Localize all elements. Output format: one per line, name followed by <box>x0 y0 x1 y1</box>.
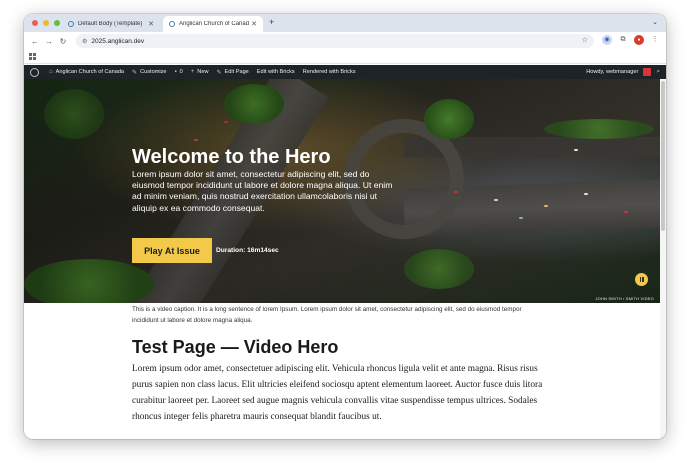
customize-link[interactable]: ✎ Customize <box>128 65 170 79</box>
wordpress-favicon-icon <box>169 21 175 27</box>
window-controls <box>32 20 60 26</box>
url-text: 2025.anglican.dev <box>91 37 145 45</box>
video-caption: This is a video caption. It is a long se… <box>132 306 522 324</box>
close-tab-icon[interactable]: ✕ <box>148 20 154 28</box>
close-window-button[interactable] <box>32 20 38 26</box>
site-info-icon[interactable]: ⚙ <box>82 38 87 45</box>
menu-icon[interactable]: ⋮ <box>650 35 660 45</box>
rendered-with-bricks-label[interactable]: Rendered with Bricks <box>299 65 360 79</box>
tab-label: Anglican Church of Canada <box>179 21 250 27</box>
address-bar[interactable]: ⚙ 2025.anglican.dev ☆ <box>76 34 594 48</box>
pencil-icon: ✎ <box>216 69 222 76</box>
wordpress-icon <box>30 67 39 77</box>
wp-logo-menu[interactable] <box>24 65 45 79</box>
tab-default-body[interactable]: Default Body (Template) ✕ <box>62 16 160 32</box>
admin-bar-secondary: Howdy, webmanager ⌕ <box>586 65 660 79</box>
scrollbar-thumb[interactable] <box>661 81 665 231</box>
hero-content: Welcome to the Hero Lorem ipsum dolor si… <box>132 146 394 214</box>
new-tab-button[interactable]: + <box>269 17 274 27</box>
page-title: Test Page — Video Hero <box>132 337 339 357</box>
close-tab-icon[interactable]: ✕ <box>251 20 257 28</box>
howdy-user-menu[interactable]: Howdy, webmanager <box>586 69 638 75</box>
toolbar-actions: ◉ ⧉ ● ⋮ <box>602 35 660 45</box>
edit-with-bricks-link[interactable]: Edit with Bricks <box>253 65 299 79</box>
chevron-down-icon[interactable]: ⌄ <box>652 18 658 26</box>
wp-admin-bar: ⌂ Anglican Church of Canada ✎ Customize ▪ 0… <box>24 65 666 79</box>
video-credit: JOHN SMITH / SMITH VIDEO <box>595 296 654 301</box>
video-hero: Welcome to the Hero Lorem ipsum dolor si… <box>24 79 660 303</box>
search-icon[interactable]: ⌕ <box>656 68 660 76</box>
pause-icon[interactable] <box>635 273 648 286</box>
forward-arrow-icon[interactable]: → <box>42 37 56 46</box>
hero-cta: Play At Issue Duration: 16m14sec <box>132 238 279 263</box>
edit-page-link[interactable]: ✎ Edit Page <box>213 65 253 79</box>
new-content-menu[interactable]: + New <box>187 65 213 79</box>
comment-icon: ▪ <box>174 69 177 75</box>
profile-icon[interactable]: ◉ <box>602 35 612 45</box>
video-duration: Duration: 16m14sec <box>216 247 279 254</box>
page-body-text: Lorem ipsum odor amet, consectetuer adip… <box>132 364 543 423</box>
bookmarks-bar <box>24 50 666 64</box>
comments-link[interactable]: ▪ 0 <box>171 65 187 79</box>
apps-grid-icon[interactable] <box>29 53 36 60</box>
account-avatar[interactable]: ● <box>634 35 644 45</box>
browser-toolbar: ← → ↻ ⚙ 2025.anglican.dev ☆ ◉ ⧉ ● ⋮ <box>24 32 666 50</box>
home-icon: ⌂ <box>49 69 53 75</box>
hero-title: Welcome to the Hero <box>132 146 331 168</box>
user-avatar[interactable] <box>643 68 652 76</box>
extensions-icon[interactable]: ⧉ <box>618 35 628 45</box>
minimize-window-button[interactable] <box>43 20 49 26</box>
back-arrow-icon[interactable]: ← <box>28 37 42 46</box>
tab-strip: Default Body (Template) ✕ Anglican Churc… <box>24 14 666 32</box>
maximize-window-button[interactable] <box>54 20 60 26</box>
paint-brush-icon: ✎ <box>132 69 138 76</box>
star-icon[interactable]: ☆ <box>582 36 588 44</box>
page-viewport: ⌂ Anglican Church of Canada ✎ Customize ▪ 0… <box>24 65 666 439</box>
reload-icon[interactable]: ↻ <box>56 37 70 46</box>
play-button[interactable]: Play At Issue <box>132 238 212 263</box>
wordpress-favicon-icon <box>68 21 74 27</box>
site-name-menu[interactable]: ⌂ Anglican Church of Canada <box>45 65 128 79</box>
screen: Default Body (Template) ✕ Anglican Churc… <box>0 0 690 471</box>
plus-icon: + <box>190 69 195 75</box>
tab-label: Default Body (Template) <box>78 21 143 27</box>
tab-anglican-church[interactable]: Anglican Church of Canada ✕ <box>163 16 263 32</box>
browser-window: Default Body (Template) ✕ Anglican Churc… <box>24 14 666 439</box>
hero-description: Lorem ipsum dolor sit amet, consectetur … <box>132 169 393 213</box>
page-scrollbar[interactable] <box>660 79 666 439</box>
